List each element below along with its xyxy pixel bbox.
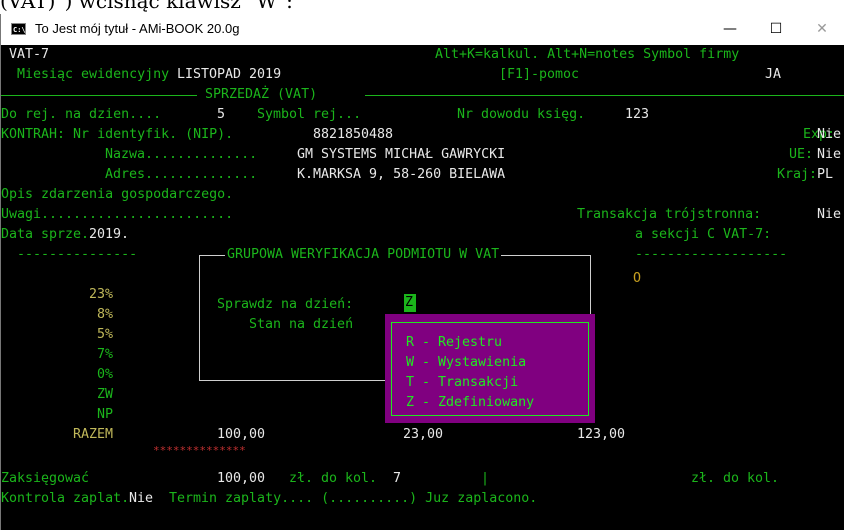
dash-line-right: -------------------: [635, 247, 788, 262]
month-value[interactable]: LISTOPAD 2019: [177, 65, 281, 85]
menu-item-transakcji[interactable]: T - Transakcji: [406, 373, 518, 393]
ue-value[interactable]: Nie: [817, 145, 841, 165]
doc-no-value[interactable]: 123: [625, 105, 649, 125]
col-label: zł. do kol.: [289, 471, 378, 486]
section-c-label: a sekcji C VAT-7:: [635, 227, 772, 242]
triangular-value[interactable]: Nie: [817, 205, 841, 225]
title-bar[interactable]: C:\ To Jest mój tytuł - AMi-BOOK 20.0g —…: [1, 14, 844, 46]
separator-line: [365, 95, 844, 96]
terminal-area[interactable]: VAT-7 Alt+K=kalkul. Alt+N=notes Symbol f…: [1, 45, 844, 530]
country-label: Kraj:: [777, 167, 818, 182]
dialog-title: GRUPOWA WERYFIKACJA PODMIOTU W VAT: [225, 245, 502, 265]
sale-date-label: Data sprze.: [1, 227, 90, 242]
post-value[interactable]: 100,00: [217, 469, 265, 489]
close-button[interactable]: ✕: [799, 14, 844, 45]
gross-total: 123,00: [577, 427, 626, 442]
notes-label: Uwagi........................: [1, 207, 234, 222]
date-type-menu: R - Rejestru W - Wystawienia T - Transak…: [385, 314, 595, 423]
rate-np: NP: [97, 407, 114, 422]
rate-zw: ZW: [97, 387, 114, 402]
col-separator: |: [481, 471, 490, 486]
rate-8: 8%: [97, 307, 114, 322]
rate-5: 5%: [97, 327, 114, 342]
reg-date-label: Do rej. na dzien....: [1, 107, 162, 122]
check-date-label: Sprawdz na dzień:: [217, 297, 354, 312]
stars-line: **************: [153, 444, 246, 457]
check-date-value: Z: [405, 295, 414, 310]
menu-item-rejestru[interactable]: R - Rejestru: [406, 333, 502, 353]
form-name: VAT-7: [9, 47, 50, 62]
maximize-button[interactable]: ☐: [753, 14, 799, 45]
payment-term: Termin zaplaty.... (..........) Juz zapl…: [169, 491, 538, 506]
payment-ctrl-value[interactable]: Nie: [129, 489, 153, 509]
rate-0: 0%: [97, 367, 114, 382]
col-value[interactable]: 7: [393, 469, 401, 489]
menu-item-wystawienia[interactable]: W - Wystawienia: [406, 353, 526, 373]
name-label: Nazwa..............: [105, 147, 258, 162]
address-label: Adres..............: [105, 167, 258, 182]
rate-23: 23%: [89, 287, 114, 302]
address-value[interactable]: K.MARKSA 9, 58-260 BIELAWA: [297, 165, 505, 185]
payment-ctrl-label: Kontrola zaplat.: [1, 491, 130, 506]
country-value[interactable]: PL: [817, 165, 833, 185]
triangular-label: Transakcja trójstronna:: [577, 207, 762, 222]
reg-symbol-label: Symbol rej...: [257, 107, 362, 122]
help-hint: [F1]-pomoc: [499, 67, 580, 82]
name-value[interactable]: GM SYSTEMS MICHAŁ GAWRYCKI: [297, 145, 505, 165]
o-marker: O: [633, 271, 642, 286]
ue-label: UE:: [789, 147, 814, 162]
minimize-button[interactable]: —: [707, 14, 753, 45]
separator-line: [1, 95, 197, 96]
reg-date-value[interactable]: 5: [217, 105, 225, 125]
exp-value[interactable]: Nie: [817, 125, 841, 145]
month-label: Miesiąc ewidencyjny: [17, 67, 170, 82]
section-title: SPRZEDAŻ (VAT): [205, 87, 318, 102]
company-symbol: JA: [765, 67, 782, 82]
above-window-text: (VAT)") wcisnąć klawisz "W":: [0, 0, 293, 13]
app-window: C:\ To Jest mój tytuł - AMi-BOOK 20.0g —…: [0, 14, 844, 530]
event-desc-label: Opis zdarzenia gospodarczego.: [1, 187, 234, 202]
total-label: RAZEM: [73, 427, 114, 442]
console-app-icon[interactable]: C:\: [11, 23, 26, 35]
post-label: Zaksięgować: [1, 471, 90, 486]
col-label-right: zł. do kol.: [691, 471, 780, 486]
status-label: Stan na dzień: [249, 317, 354, 332]
window-title: To Jest mój tytuł - AMi-BOOK 20.0g: [35, 21, 240, 36]
menu-item-zdefiniowany[interactable]: Z - Zdefiniowany: [406, 393, 534, 413]
hotkey-hint: Alt+K=kalkul. Alt+N=notes Symbol firmy: [435, 47, 740, 62]
nip-label: KONTRAH: Nr identyfik. (NIP).: [1, 127, 234, 142]
doc-no-label: Nr dowodu księg.: [457, 107, 586, 122]
nip-value[interactable]: 8821850488: [313, 125, 393, 145]
sale-date-value[interactable]: 2019.: [89, 225, 129, 245]
menu-border: R - Rejestru W - Wystawienia T - Transak…: [391, 322, 589, 416]
vat-total: 23,00: [403, 427, 444, 442]
rate-7: 7%: [97, 347, 114, 362]
dash-line-left: ---------------: [17, 247, 138, 262]
